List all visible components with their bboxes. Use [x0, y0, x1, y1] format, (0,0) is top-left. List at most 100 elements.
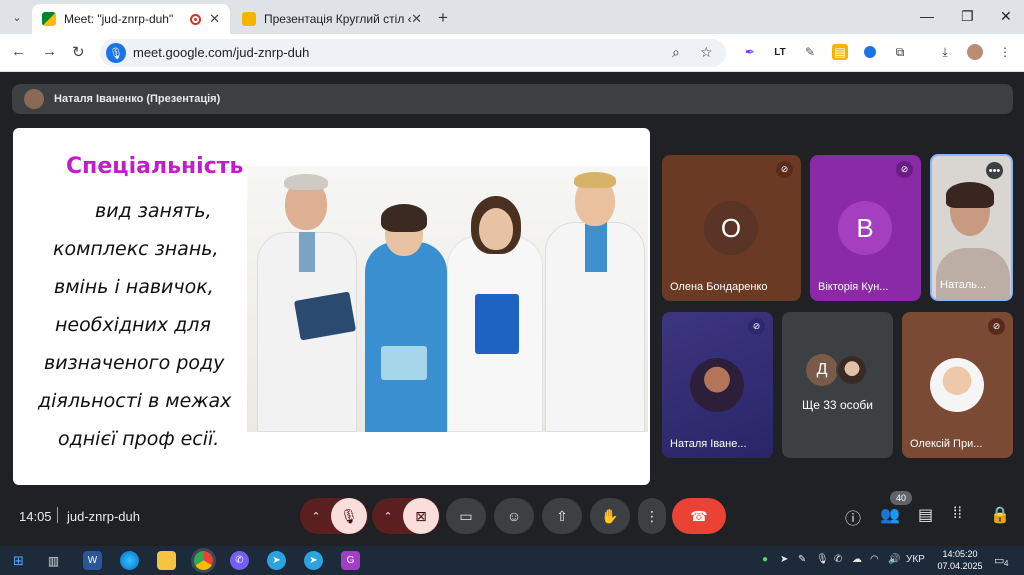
participant-name: Олексій При...: [910, 438, 983, 450]
activities-icon[interactable]: ⁞⁞: [953, 505, 962, 523]
tab-presentation[interactable]: Презентація Круглий стіл «Мо ✕: [232, 4, 432, 34]
tab-title: Meet: "jud-znrp-duh": [64, 12, 174, 26]
browser-toolbar: ← → ↻ 🎙 meet.google.com/jud-znrp-duh ⌕ ☆…: [0, 34, 1024, 72]
presenter-name: Наталя Іваненко (Презентація): [54, 93, 221, 105]
avatar: [836, 354, 868, 386]
new-tab-button[interactable]: +: [438, 8, 448, 28]
participant-tile[interactable]: В ⊘ Вікторія Кун...: [810, 155, 921, 301]
avatar: О: [704, 201, 758, 255]
close-window-icon[interactable]: ✕: [1000, 8, 1012, 25]
participant-tile[interactable]: ⊘ Наталя Іване...: [662, 312, 773, 458]
taskbar-clock[interactable]: 14:05:20 07.04.2025: [935, 548, 985, 572]
word-icon[interactable]: W: [83, 551, 102, 570]
language-indicator[interactable]: УКР: [906, 554, 925, 565]
extension-lt-icon[interactable]: LT: [772, 44, 788, 60]
camera-off-icon[interactable]: ⊠: [403, 498, 439, 534]
participants-count-badge: 40: [890, 491, 912, 505]
participant-name: Вікторія Кун...: [818, 281, 889, 293]
doctors-photo: [247, 166, 648, 432]
avatar: Д: [806, 354, 838, 386]
meeting-info-icon[interactable]: ⓘ: [845, 505, 861, 529]
participant-tile[interactable]: О ⊘ Олена Бондаренко: [662, 155, 801, 301]
recording-icon: [190, 13, 202, 25]
video-options-chevron-icon[interactable]: ⌃: [373, 510, 403, 523]
reload-icon[interactable]: ↻: [72, 43, 85, 61]
zoom-icon[interactable]: ⌕: [672, 44, 680, 61]
mic-muted-icon: ⊘: [748, 318, 765, 335]
more-participants-tile[interactable]: Д Ще 33 особи: [782, 312, 893, 458]
close-tab-icon[interactable]: ✕: [209, 11, 220, 27]
more-options-icon[interactable]: •••: [986, 162, 1003, 179]
notification-count: 4: [1004, 559, 1009, 568]
browser-menu-icon[interactable]: ⋮: [997, 44, 1013, 60]
chrome-icon[interactable]: [194, 551, 213, 570]
tab-meet[interactable]: Meet: "jud-znrp-duh" ✕: [32, 4, 230, 34]
captions-icon[interactable]: ▭: [446, 498, 486, 534]
extension-folder-icon[interactable]: ▤: [832, 44, 848, 60]
clock-date: 07.04.2025: [937, 561, 983, 571]
minimize-icon[interactable]: —: [920, 8, 934, 24]
browser-tab-strip: ⌄ Meet: "jud-znrp-duh" ✕ Презентація Кру…: [0, 0, 1024, 34]
forward-icon[interactable]: →: [42, 43, 57, 60]
host-controls-icon[interactable]: 🔒: [990, 505, 1010, 525]
shared-presentation-slide: Спеціальність вид занять, комплекс знань…: [13, 128, 650, 485]
leave-call-icon[interactable]: ☎: [672, 498, 726, 534]
close-tab-icon[interactable]: ✕: [411, 11, 422, 27]
tray-telegram-icon[interactable]: ➤: [780, 554, 788, 565]
extensions-puzzle-icon[interactable]: ⧉: [892, 44, 908, 60]
participant-body: [936, 248, 1010, 299]
avatar: [930, 358, 984, 412]
mic-off-icon[interactable]: 🎙: [331, 498, 367, 534]
notifications-icon[interactable]: ▭: [994, 554, 1004, 567]
doctor-figure: [363, 166, 449, 432]
task-view-icon[interactable]: ▥: [44, 551, 63, 570]
google-meet-icon: [42, 12, 56, 26]
tray-app-icon[interactable]: ●: [762, 554, 768, 565]
tray-onedrive-icon[interactable]: ☁: [852, 554, 862, 565]
tray-pen-icon[interactable]: ✎: [798, 554, 806, 565]
slide-text-line: діяльності в межах: [38, 390, 232, 412]
windows-start-icon[interactable]: ⊞: [9, 551, 28, 570]
profile-avatar[interactable]: [967, 44, 983, 60]
microphone-icon[interactable]: 🎙: [106, 43, 126, 63]
present-screen-icon[interactable]: ⇧: [542, 498, 582, 534]
app-g-icon[interactable]: G: [341, 551, 360, 570]
telegram-icon[interactable]: ➤: [267, 551, 286, 570]
participant-name: Наталь...: [940, 279, 987, 291]
avatar: [690, 358, 744, 412]
viber-icon[interactable]: ✆: [230, 551, 249, 570]
telegram-icon[interactable]: ➤: [304, 551, 323, 570]
raise-hand-icon[interactable]: ✋: [590, 498, 630, 534]
camera-control[interactable]: ⌃ ⊠: [372, 498, 440, 534]
download-icon[interactable]: ⤓: [937, 44, 953, 60]
tab-search-chevron-icon[interactable]: ⌄: [6, 6, 28, 28]
extension-pen-icon[interactable]: ✒: [742, 44, 758, 60]
emoji-reaction-icon[interactable]: ☺: [494, 498, 534, 534]
wifi-icon[interactable]: ◠: [870, 554, 879, 565]
participant-tile-active-speaker[interactable]: ••• Наталь...: [930, 154, 1013, 301]
back-icon[interactable]: ←: [11, 43, 26, 60]
meeting-code: jud-znrp-duh: [67, 509, 140, 524]
microphone-control[interactable]: ⌃ 🎙: [300, 498, 368, 534]
audio-options-chevron-icon[interactable]: ⌃: [301, 510, 331, 523]
bookmark-star-icon[interactable]: ☆: [700, 44, 713, 61]
volume-icon[interactable]: 🔊: [888, 554, 900, 565]
tray-viber-icon[interactable]: ✆: [834, 554, 842, 565]
avatar: В: [838, 201, 892, 255]
participant-tile[interactable]: ⊘ Олексій При...: [902, 312, 1013, 458]
file-explorer-icon[interactable]: [157, 551, 176, 570]
slide-title: Спеціальність: [66, 154, 244, 179]
people-icon[interactable]: 👥: [880, 505, 900, 525]
more-options-icon[interactable]: ⋮: [638, 498, 666, 534]
chat-icon[interactable]: ▤: [918, 505, 933, 525]
restore-icon[interactable]: ❐: [961, 8, 974, 25]
tray-mic-icon[interactable]: 🎙: [816, 554, 829, 565]
edge-icon[interactable]: [120, 551, 139, 570]
extension-pencil-icon[interactable]: ✎: [802, 44, 818, 60]
doctor-figure: [257, 166, 357, 432]
doctor-figure: [447, 166, 543, 432]
extension-circle-icon[interactable]: [862, 44, 878, 60]
address-bar[interactable]: 🎙 meet.google.com/jud-znrp-duh ⌕ ☆: [100, 39, 726, 67]
slide-text-line: однієї проф есії.: [58, 428, 220, 450]
meeting-time: 14:05: [19, 509, 52, 524]
